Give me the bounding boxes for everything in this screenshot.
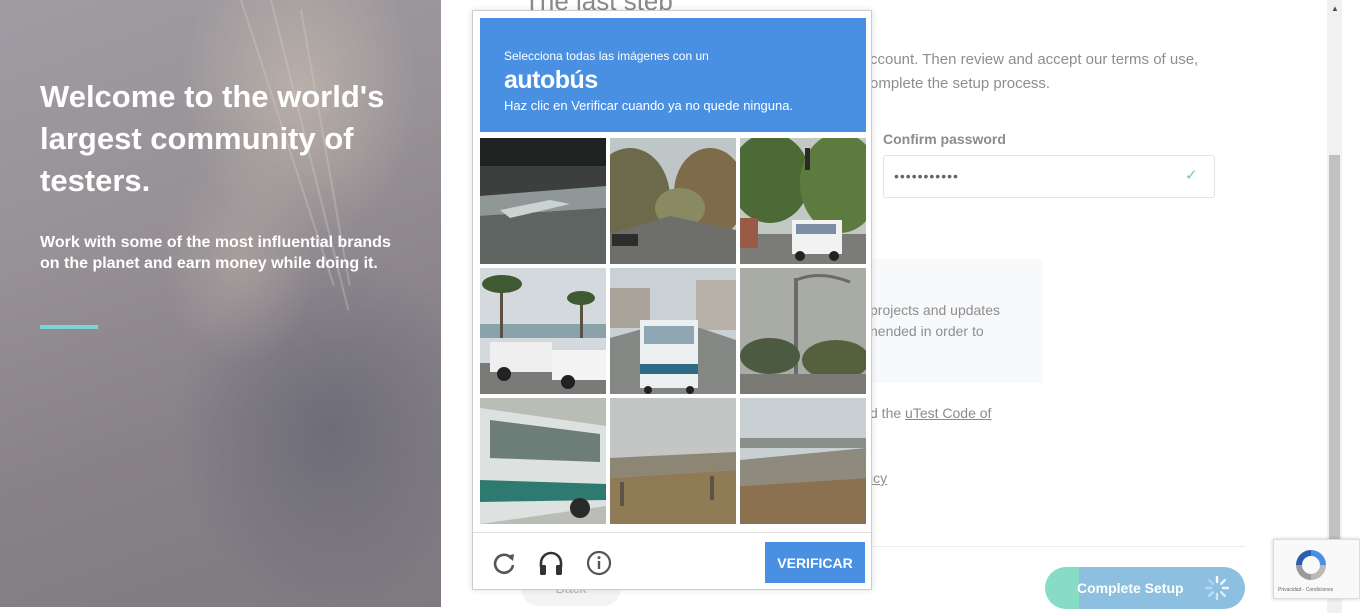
captcha-tile-overpass-hill[interactable] [610, 398, 736, 524]
audio-headphones-icon[interactable] [538, 550, 564, 576]
scrollbar-thumb[interactable] [1329, 155, 1340, 540]
reload-icon[interactable] [491, 550, 517, 576]
check-icon: ✓ [1185, 167, 1198, 184]
captcha-tile-road-underpass[interactable] [480, 138, 606, 264]
loading-spinner-icon [1204, 575, 1230, 601]
captcha-instruction: Selecciona todas las imágenes con un [504, 49, 709, 63]
info-icon[interactable] [586, 550, 612, 576]
captcha-tile-tree-lined-road[interactable] [610, 138, 736, 264]
recaptcha-badge-text: Privacidad - Condiciones [1278, 587, 1334, 593]
confirm-password-field[interactable]: ••••••••••• [883, 155, 1215, 198]
hero-accent-bar [40, 325, 98, 329]
captcha-tile-bus-side-close[interactable] [480, 398, 606, 524]
captcha-target: autobús [504, 66, 598, 94]
verify-button[interactable]: VERIFICAR [765, 542, 865, 583]
captcha-tile-city-bus-rear[interactable] [610, 268, 736, 394]
captcha-tile-white-bus-street[interactable] [740, 138, 866, 264]
hero-subtext: Work with some of the most influential b… [40, 234, 391, 272]
policy-link[interactable]: icy [870, 470, 887, 486]
captcha-image-grid [480, 138, 866, 524]
page-root: Welcome to the world's largest community… [0, 0, 1360, 613]
code-of-conduct-link[interactable]: uTest Code of [905, 405, 991, 421]
captcha-header: Selecciona todas las imágenes con un aut… [480, 18, 866, 132]
captcha-footer: VERIFICAR [473, 532, 871, 590]
code-of-conduct-row: d the uTest Code of [870, 405, 991, 421]
captcha-tile-street-light-trees[interactable] [740, 268, 866, 394]
page-scrollbar[interactable]: ▲ [1327, 0, 1342, 613]
complete-setup-label: Complete Setup [1077, 580, 1184, 596]
code-of-conduct-prefix: d the [870, 405, 906, 421]
recaptcha-badge[interactable]: Privacidad - Condiciones [1273, 539, 1360, 599]
confirm-password-label: Confirm password [883, 131, 1006, 147]
captcha-hint: Haz clic en Verificar cuando ya no quede… [504, 98, 794, 113]
captcha-tile-bridge-field[interactable] [740, 398, 866, 524]
hero-headline: Welcome to the world's largest community… [40, 79, 385, 198]
hero-panel: Welcome to the world's largest community… [0, 0, 441, 607]
intro-text: ccount. Then review and accept our terms… [870, 51, 1199, 92]
scroll-up-arrow-icon[interactable]: ▲ [1331, 4, 1339, 13]
notice-text: projects and updates nended in order to [870, 302, 1000, 339]
recaptcha-logo-icon [1296, 550, 1326, 580]
complete-setup-button[interactable]: Complete Setup [1045, 567, 1245, 609]
captcha-challenge: Selecciona todas las imágenes con un aut… [472, 10, 872, 590]
captcha-tile-pickup-trucks-palms[interactable] [480, 268, 606, 394]
